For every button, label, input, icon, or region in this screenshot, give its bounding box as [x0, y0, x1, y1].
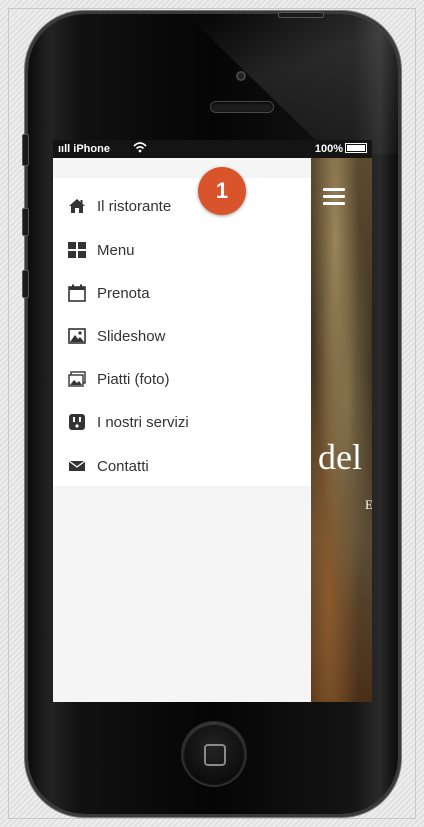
hero-title: del [318, 437, 362, 477]
mute-switch [22, 134, 29, 166]
battery-icon [345, 143, 367, 154]
menu-item-contatti[interactable]: Contatti [67, 454, 149, 478]
menu-item-slideshow[interactable]: Slideshow [67, 324, 165, 348]
menu-item-label: Prenota [97, 284, 150, 302]
home-icon [67, 197, 87, 215]
signal-indicator: ııll iPhone [58, 143, 110, 155]
grid-icon [67, 241, 87, 259]
home-button-square-icon [204, 744, 226, 766]
volume-up-button [22, 208, 29, 236]
front-camera [236, 71, 246, 81]
glare [186, 14, 398, 154]
menu-item-prenota[interactable]: Prenota [67, 281, 150, 305]
battery-indicator: 100% [315, 143, 367, 155]
wifi-icon [133, 140, 147, 157]
site-hero-background [311, 158, 372, 702]
side-navigation-panel: Il ristorante Menu Prenota Slideshow Pia… [53, 158, 311, 702]
volume-down-button [22, 270, 29, 298]
battery-level: 100% [314, 143, 343, 155]
menu-item-label: Contatti [97, 457, 149, 475]
status-bar: ııll iPhone 100% [53, 140, 372, 158]
envelope-icon [67, 457, 87, 475]
annotation-badge: 1 [198, 167, 246, 215]
hamburger-menu-icon[interactable] [323, 188, 345, 206]
menu-item-il-ristorante[interactable]: Il ristorante [67, 194, 171, 218]
menu-item-label: Menu [97, 241, 135, 259]
hero-subtitle: E [365, 497, 372, 512]
navigation-menu: Il ristorante Menu Prenota Slideshow Pia… [53, 178, 311, 486]
menu-item-label: Il ristorante [97, 197, 172, 215]
photos-icon [67, 370, 87, 388]
calendar-icon [67, 284, 87, 302]
menu-item-label: Piatti (foto) [97, 370, 170, 388]
power-button [278, 12, 324, 18]
carrier-name: iPhone [73, 143, 110, 155]
menu-item-piatti-foto[interactable]: Piatti (foto) [67, 367, 170, 391]
speaker-grille [211, 102, 273, 112]
plug-icon [67, 413, 87, 431]
home-button[interactable] [183, 723, 245, 785]
image-icon [67, 327, 87, 345]
phone-screen: ııll iPhone 100% del E Il ristorante Men… [53, 140, 372, 702]
menu-item-label: Slideshow [97, 327, 166, 345]
menu-item-label: I nostri servizi [97, 413, 189, 431]
menu-item-i-nostri-servizi[interactable]: I nostri servizi [67, 410, 189, 434]
menu-item-menu[interactable]: Menu [67, 238, 135, 262]
